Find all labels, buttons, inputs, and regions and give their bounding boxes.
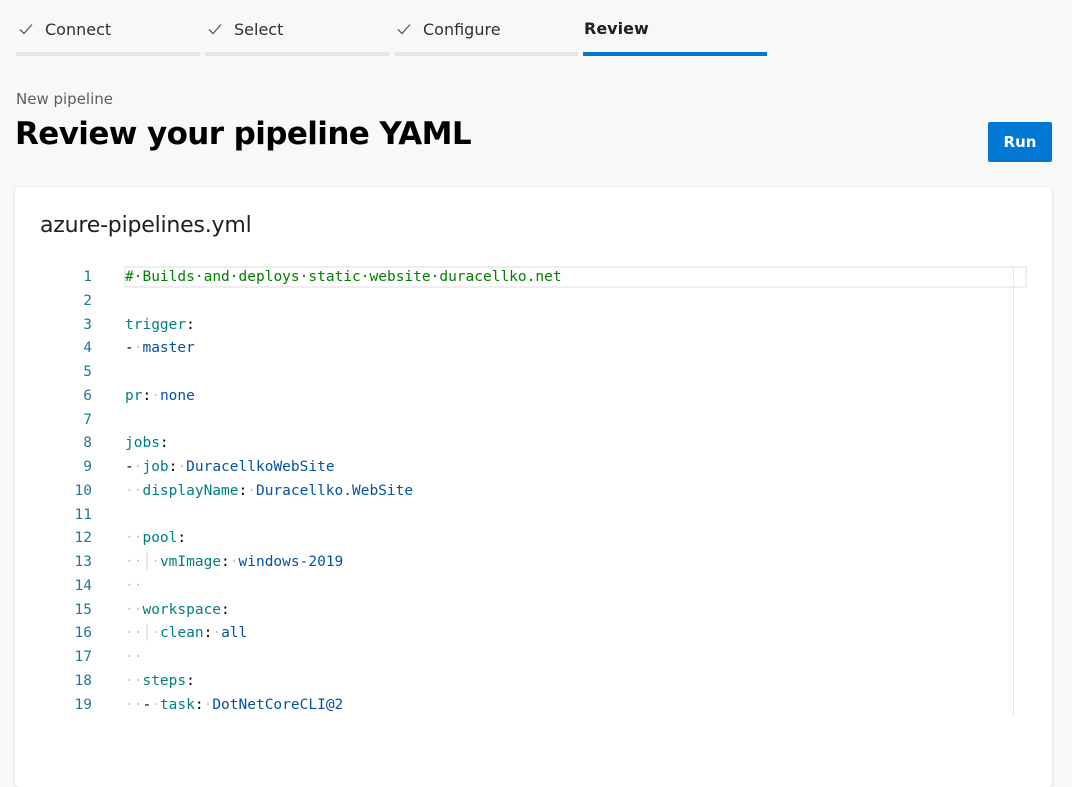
line-text: trigger: — [125, 316, 195, 333]
step-select-header: Select — [205, 19, 283, 39]
page-title: Review your pipeline YAML — [15, 116, 472, 152]
line-text: ··displayName:·Duracellko.WebSite — [125, 482, 414, 499]
line-text: ··pool: — [125, 530, 187, 547]
line-number: 9 — [83, 459, 92, 475]
line-text: jobs: — [125, 435, 169, 452]
line-number: 5 — [83, 364, 92, 380]
line-text: ·· — [125, 577, 143, 594]
line-number: 4 — [83, 340, 92, 357]
file-name: azure-pipelines.yml — [40, 213, 252, 238]
step-select[interactable]: Select — [205, 0, 389, 56]
step-progress-bar — [16, 52, 200, 56]
step-configure-header: Configure — [394, 19, 501, 39]
line-number: 14 — [74, 577, 92, 594]
breadcrumb: New pipeline — [16, 90, 113, 108]
step-label: Review — [584, 19, 649, 38]
line-number: 3 — [83, 316, 92, 333]
line-text: ··│·clean:·all — [125, 625, 248, 642]
step-connect-header: Connect — [16, 19, 111, 39]
line-number: 17 — [74, 649, 92, 665]
line-number: 18 — [74, 672, 92, 689]
step-progress-bar — [205, 52, 389, 56]
step-progress-bar — [394, 52, 578, 56]
line-number: 15 — [74, 601, 92, 618]
line-number: 12 — [74, 530, 92, 547]
editor-overview-ruler — [1013, 266, 1014, 716]
line-number: 2 — [83, 292, 92, 309]
yaml-editor[interactable]: 1 #·Builds·and·deploys·static·website·dur… — [55, 266, 1030, 716]
line-number: 1 — [83, 269, 92, 285]
checkmark-icon — [205, 19, 225, 39]
line-text: ··│·vmImage:·windows-2019 — [125, 554, 344, 570]
line-number: 16 — [74, 625, 92, 642]
line-text: -·master — [125, 340, 195, 357]
line-text: pr:·none — [125, 387, 195, 404]
step-configure[interactable]: Configure — [394, 0, 578, 56]
step-connect[interactable]: Connect — [16, 0, 200, 56]
line-text: ··workspace: — [125, 601, 230, 618]
line-text: -·job:·DuracellkoWebSite — [125, 459, 335, 475]
line-number: 10 — [74, 482, 92, 499]
line-text: #·Builds·and·deploys·static·website·dura… — [125, 269, 562, 285]
line-number: 7 — [83, 411, 92, 428]
yaml-card: azure-pipelines.yml 1 #·Builds·and·deploy… — [15, 187, 1052, 787]
step-label: Select — [234, 19, 284, 39]
step-label: Connect — [45, 19, 112, 39]
line-number: 6 — [83, 387, 92, 404]
line-number: 19 — [74, 696, 92, 713]
line-text: ··steps: — [125, 672, 195, 689]
step-review[interactable]: Review — [583, 0, 767, 56]
line-number: 11 — [74, 506, 92, 523]
step-progress-bar — [583, 52, 767, 56]
wizard-stepper: Connect Select Configure Review — [16, 0, 767, 56]
step-review-header: Review — [584, 19, 649, 38]
checkmark-icon — [394, 19, 414, 39]
line-text: ·· — [125, 649, 143, 665]
line-number: 8 — [83, 435, 92, 452]
checkmark-icon — [16, 19, 36, 39]
line-number: 13 — [74, 554, 92, 570]
step-label: Configure — [423, 19, 501, 39]
line-text: ··-·task:·DotNetCoreCLI@2 — [125, 696, 344, 713]
run-button[interactable]: Run — [988, 122, 1052, 162]
